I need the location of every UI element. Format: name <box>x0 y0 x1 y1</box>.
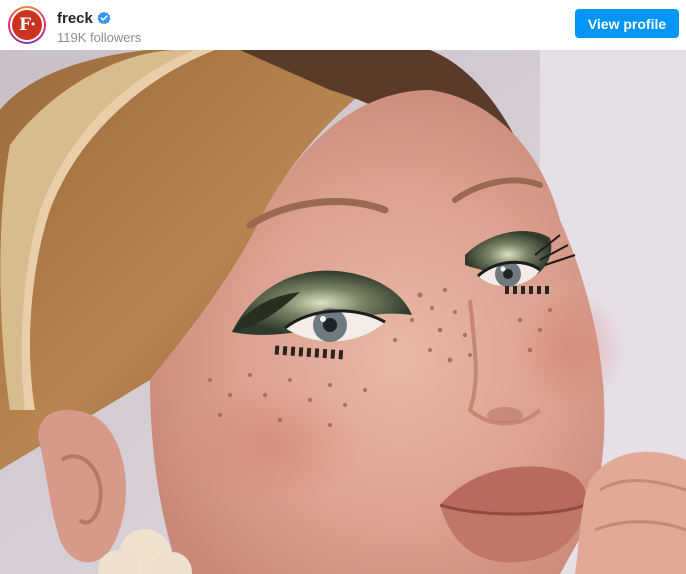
account-info: freck 119K followers <box>57 8 142 46</box>
verified-badge-icon <box>97 11 111 25</box>
instagram-embed: F· freck 119K followers View profile <box>0 0 686 574</box>
makeup-portrait-image <box>0 50 686 574</box>
username-link[interactable]: freck <box>57 10 93 27</box>
avatar-letter: F· <box>19 14 36 35</box>
profile-avatar[interactable]: F· <box>8 6 46 44</box>
avatar-border: F· <box>10 8 44 42</box>
avatar-logo: F· <box>12 10 42 40</box>
follower-count: 119K followers <box>57 30 142 45</box>
post-photo[interactable] <box>0 50 686 574</box>
embed-header: F· freck 119K followers View profile <box>0 0 686 50</box>
view-profile-button[interactable]: View profile <box>575 9 679 38</box>
username-row: freck <box>57 8 141 28</box>
